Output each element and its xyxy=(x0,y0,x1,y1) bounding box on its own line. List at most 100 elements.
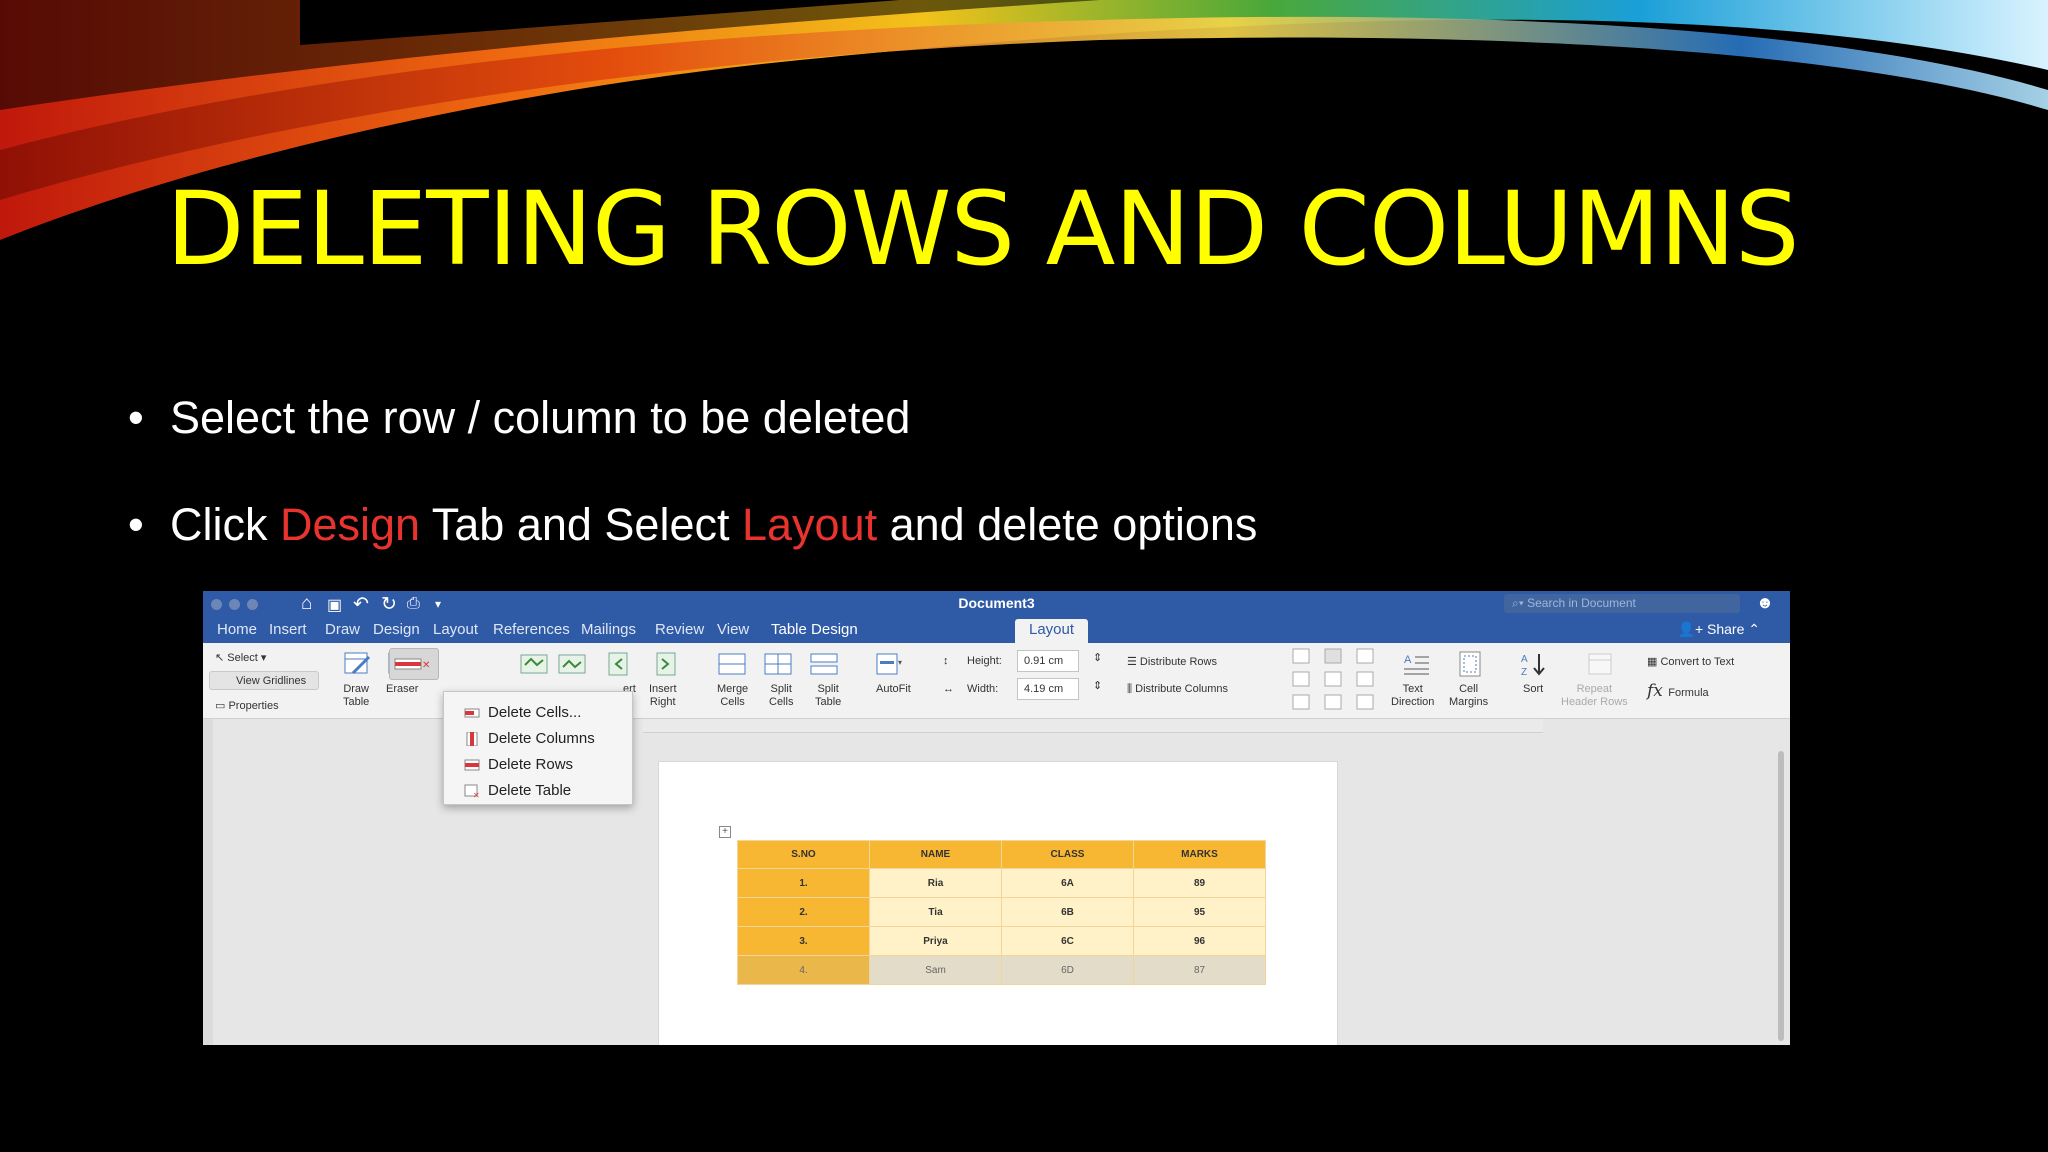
convert-to-text-label: Convert to Text xyxy=(1660,656,1735,668)
properties-button[interactable]: ▭ Properties xyxy=(215,699,279,712)
tab-draw[interactable]: Draw xyxy=(325,621,360,638)
bullet-item: • Click Design Tab and Select Layout and… xyxy=(128,499,1257,606)
properties-label: Properties xyxy=(228,700,279,712)
select-button[interactable]: ↖ Select ▾ xyxy=(215,651,266,664)
bullet-text: Select the row / column to be deleted xyxy=(170,392,911,443)
tab-mailings[interactable]: Mailings xyxy=(581,621,636,638)
table-cell[interactable]: Ria xyxy=(869,868,1002,898)
tab-layout[interactable]: Layout xyxy=(433,621,478,638)
header-cell[interactable]: NAME xyxy=(869,840,1002,869)
table-cell[interactable]: Tia xyxy=(869,897,1002,927)
table-cell[interactable]: 87 xyxy=(1133,955,1266,985)
distribute-columns-button[interactable]: ⫼ Distribute Columns xyxy=(1127,683,1228,696)
autofit-label: AutoFit xyxy=(876,683,911,695)
height-field[interactable]: 0.91 cm xyxy=(1017,650,1079,672)
bullet-item: • Select the row / column to be deleted xyxy=(128,392,1257,499)
eraser-label: Eraser xyxy=(386,683,419,695)
convert-to-text-button[interactable]: ▦ Convert to Text xyxy=(1647,655,1734,668)
menu-delete-columns[interactable]: Delete Columns xyxy=(444,726,632,752)
alignment-grid[interactable] xyxy=(1289,647,1379,713)
view-gridlines-button[interactable]: View Gridlines xyxy=(209,671,319,690)
formula-label: Formula xyxy=(1668,687,1709,699)
menu-delete-rows[interactable]: Delete Rows xyxy=(444,752,632,778)
sort-icon[interactable]: AZ xyxy=(1519,651,1549,677)
menu-item-label: Delete Cells... xyxy=(488,704,582,721)
tab-design[interactable]: Design xyxy=(373,621,420,638)
document-page: + S.NO NAME CLASS MARKS 1. Ria 6A 89 2. … xyxy=(658,761,1338,1045)
height-stepper[interactable]: ⇕ xyxy=(1093,651,1102,664)
draw-table-icon[interactable] xyxy=(343,651,373,677)
horizontal-ruler xyxy=(643,719,1543,733)
table-cell[interactable]: 1. xyxy=(737,868,870,898)
tab-references[interactable]: References xyxy=(493,621,570,638)
split-table-icon[interactable] xyxy=(809,651,839,677)
insert-below-icon[interactable] xyxy=(557,651,587,677)
search-input[interactable]: ⌕▾ Search in Document xyxy=(1504,594,1740,613)
tab-view[interactable]: View xyxy=(717,621,749,638)
svg-text:▾: ▾ xyxy=(898,658,902,667)
distribute-rows-button[interactable]: ☰ Distribute Rows xyxy=(1127,655,1217,668)
split-cells-icon[interactable] xyxy=(763,651,793,677)
table-header-row: S.NO NAME CLASS MARKS xyxy=(737,840,1266,869)
table-cell[interactable]: 6A xyxy=(1001,868,1134,898)
table-row-selected: 4. Sam 6D 87 xyxy=(737,955,1266,985)
autofit-icon[interactable]: ▾ xyxy=(875,651,905,677)
tab-table-design[interactable]: Table Design xyxy=(771,621,858,638)
delete-cells-icon xyxy=(464,708,480,718)
merge-cells-icon[interactable] xyxy=(717,651,747,677)
highlight-design: Design xyxy=(280,499,421,550)
menu-item-label: Delete Table xyxy=(488,782,572,799)
menu-delete-cells[interactable]: Delete Cells... xyxy=(444,700,632,726)
text-direction-icon[interactable]: A xyxy=(1401,651,1431,677)
width-label: Width: xyxy=(967,683,999,695)
table-cell[interactable]: 6D xyxy=(1001,955,1134,985)
cell-margins-label: Cell Margins xyxy=(1449,683,1489,708)
cell-margins-icon[interactable] xyxy=(1455,651,1485,677)
highlight-layout: Layout xyxy=(741,499,878,550)
width-field[interactable]: 4.19 cm xyxy=(1017,678,1079,700)
insert-left-icon[interactable] xyxy=(603,651,633,677)
delete-button[interactable]: ✕ xyxy=(389,648,439,680)
tab-home[interactable]: Home xyxy=(217,621,257,638)
table-cell[interactable]: 89 xyxy=(1133,868,1266,898)
share-label: Share xyxy=(1707,621,1745,637)
header-cell[interactable]: S.NO xyxy=(737,840,870,869)
share-button[interactable]: 👤+ Share ⌃ xyxy=(1678,621,1760,638)
slide-title: DELETING ROWS AND COLUMNS xyxy=(166,170,1800,289)
svg-text:✕: ✕ xyxy=(422,660,430,671)
insert-above-icon[interactable] xyxy=(519,651,549,677)
table-cell[interactable]: 4. xyxy=(737,955,870,985)
height-icon: ↕ xyxy=(943,655,949,667)
bullet-dot: • xyxy=(128,499,144,550)
header-cell[interactable]: MARKS xyxy=(1133,840,1266,869)
table-cell[interactable]: Priya xyxy=(869,926,1002,956)
alignment-icons xyxy=(1292,648,1374,710)
tab-table-layout[interactable]: Layout xyxy=(1015,619,1089,643)
tab-review[interactable]: Review xyxy=(655,621,704,638)
width-stepper[interactable]: ⇕ xyxy=(1093,679,1102,692)
table-move-handle[interactable]: + xyxy=(719,826,731,838)
table-cell[interactable]: 96 xyxy=(1133,926,1266,956)
insert-right-icon[interactable] xyxy=(651,651,681,677)
height-label: Height: xyxy=(967,655,1002,667)
header-cell[interactable]: CLASS xyxy=(1001,840,1134,869)
table-cell[interactable]: 6B xyxy=(1001,897,1134,927)
delete-table-icon: ✕ xyxy=(464,784,480,798)
vertical-ruler xyxy=(203,719,213,1045)
repeat-header-rows-label: Repeat Header Rows xyxy=(1561,683,1628,708)
tab-insert[interactable]: Insert xyxy=(269,621,307,638)
table-cell[interactable]: 2. xyxy=(737,897,870,927)
menu-delete-table[interactable]: ✕ Delete Table xyxy=(444,778,632,804)
svg-text:A: A xyxy=(1521,654,1528,665)
formula-button[interactable]: fx Formula xyxy=(1647,681,1709,701)
table-cell[interactable]: Sam xyxy=(869,955,1002,985)
table-cell[interactable]: 3. xyxy=(737,926,870,956)
table-cell[interactable]: 6C xyxy=(1001,926,1134,956)
convert-to-text-icon: ▦ xyxy=(1647,656,1661,668)
bullet-text: Click xyxy=(170,499,280,550)
vertical-scrollbar[interactable] xyxy=(1778,751,1784,1041)
table-cell[interactable]: 95 xyxy=(1133,897,1266,927)
svg-text:A: A xyxy=(1404,654,1412,666)
table-row: 1. Ria 6A 89 xyxy=(737,868,1266,898)
user-icon[interactable]: ☻ xyxy=(1756,593,1776,613)
